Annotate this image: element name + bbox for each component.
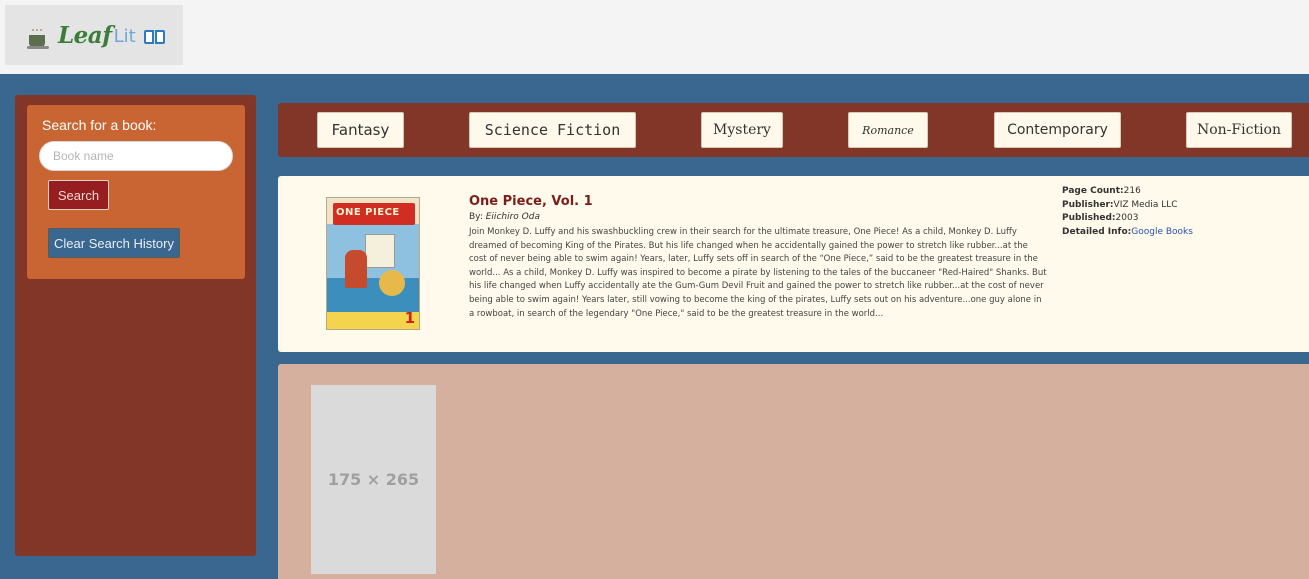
book-title: One Piece, Vol. 1 — [469, 194, 593, 209]
genre-fantasy-button[interactable]: Fantasy — [317, 112, 404, 148]
book-author-line: By: Eiichiro Oda — [469, 212, 540, 222]
page-count-label: Page Count: — [1062, 186, 1124, 196]
genre-mystery-button[interactable]: Mystery — [701, 112, 783, 148]
published-value: 2003 — [1115, 213, 1139, 223]
logo-lit-text: Lit — [113, 26, 136, 47]
genre-bar — [278, 103, 1309, 157]
book-description: Join Monkey D. Luffy and his swashbuckli… — [469, 227, 1047, 319]
published-label: Published: — [1062, 213, 1116, 223]
book-cover[interactable]: ONE PIECE 1 — [326, 197, 420, 330]
book-meta: Page Count:216 Publisher:VIZ Media LLC P… — [1062, 185, 1193, 239]
detailed-info-label: Detailed Info: — [1062, 226, 1132, 237]
placeholder-image: 175 × 265 — [311, 385, 436, 574]
publisher-value: VIZ Media LLC — [1113, 199, 1178, 210]
genre-romance-button[interactable]: Romance — [848, 112, 928, 148]
search-button[interactable]: Search — [48, 180, 109, 210]
top-bar: Leaf Lit — [0, 0, 1309, 74]
cover-title: ONE PIECE — [336, 207, 400, 218]
genre-contemporary-button[interactable]: Contemporary — [994, 112, 1121, 148]
clear-search-history-button[interactable]: Clear Search History — [48, 228, 180, 258]
by-label: By: — [469, 212, 486, 222]
book-author: Eiichiro Oda — [485, 212, 540, 222]
google-books-link[interactable]: Google Books — [1131, 227, 1193, 237]
cover-volume-badge: 1 — [404, 309, 415, 327]
logo-leaf-text: Leaf — [58, 21, 112, 49]
publisher-label: Publisher: — [1062, 199, 1114, 210]
open-book-icon — [143, 29, 166, 46]
genre-non-fiction-button[interactable]: Non-Fiction — [1186, 112, 1292, 148]
search-label: Search for a book: — [42, 117, 157, 133]
tea-cup-icon — [27, 29, 49, 49]
search-input[interactable] — [39, 141, 233, 171]
genre-science-fiction-button[interactable]: Science Fiction — [469, 112, 636, 148]
page-count-value: 216 — [1123, 186, 1141, 196]
logo[interactable]: Leaf Lit — [5, 5, 183, 65]
